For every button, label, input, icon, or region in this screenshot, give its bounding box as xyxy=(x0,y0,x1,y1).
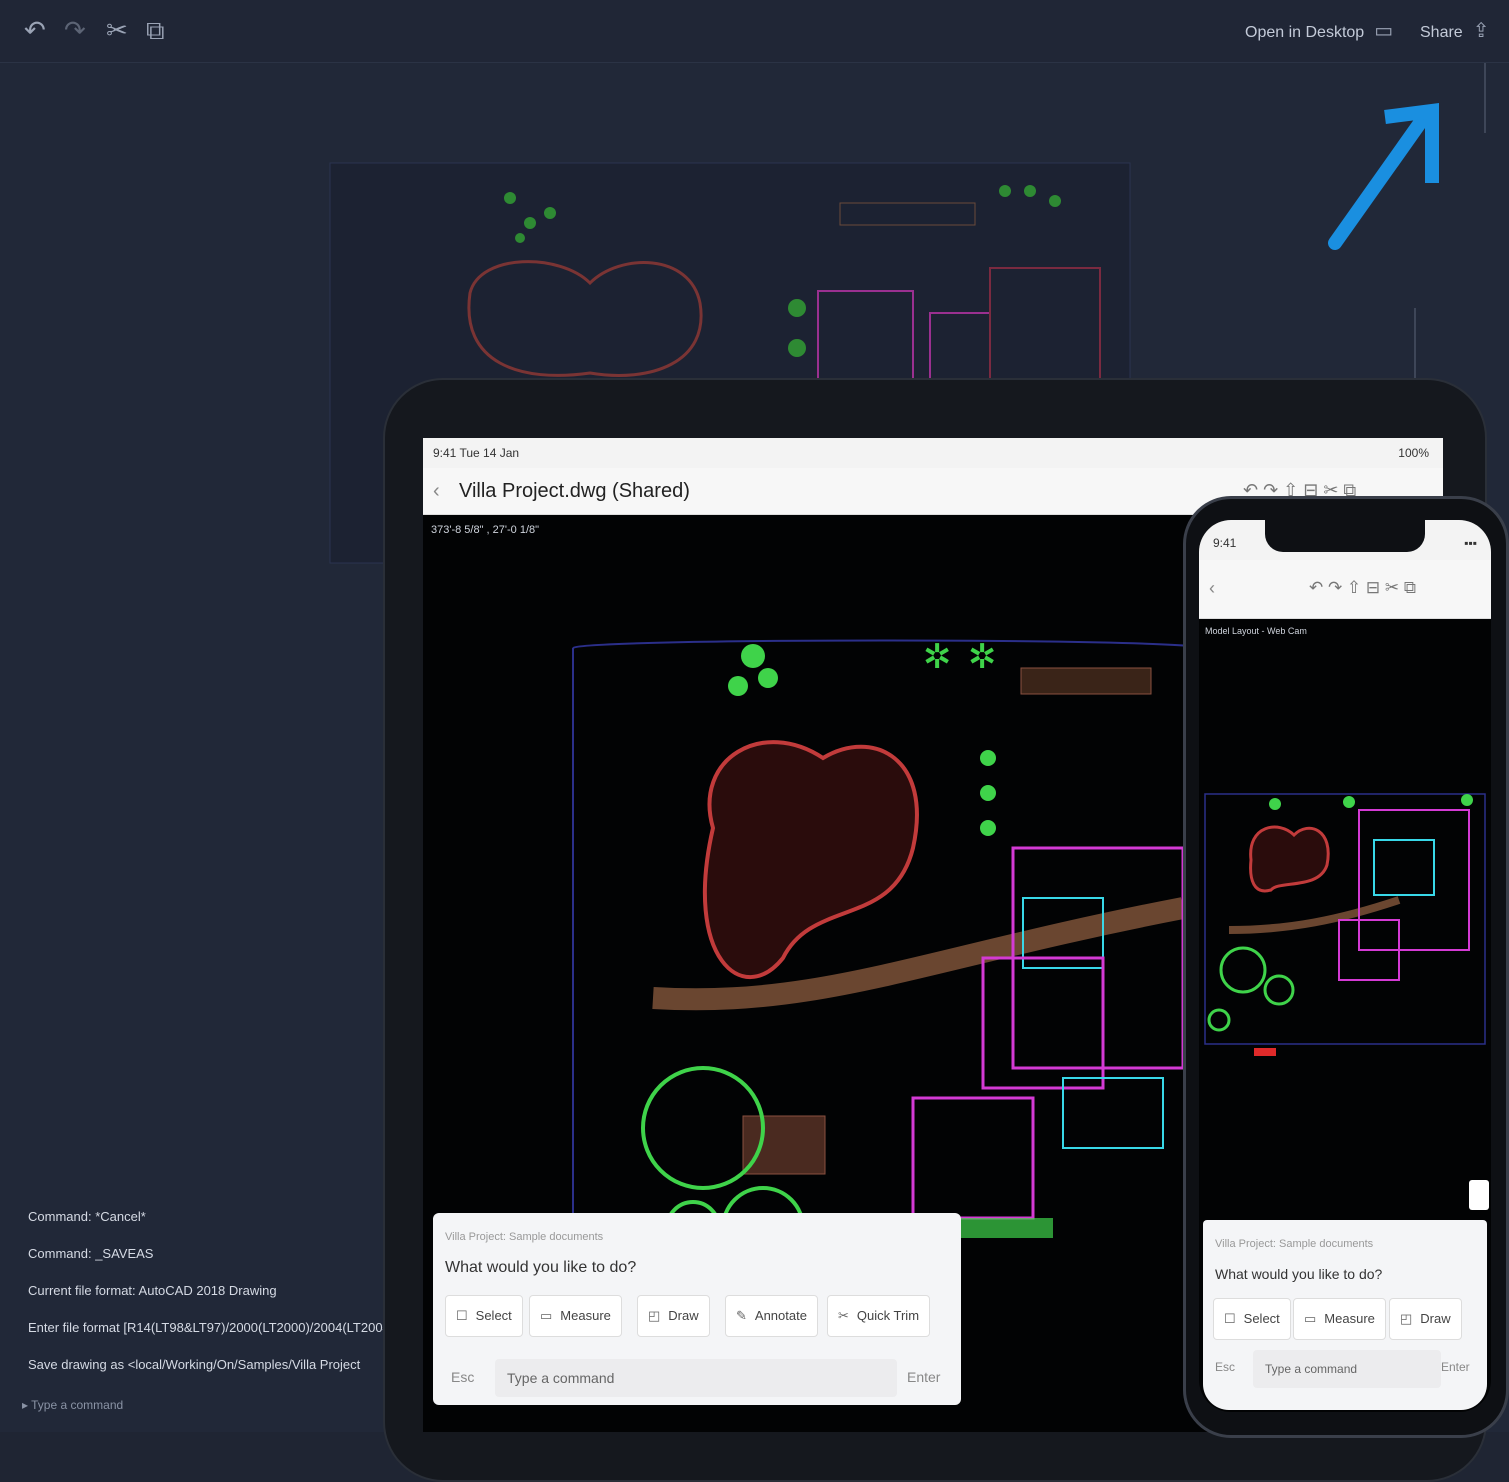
chip-label: Select xyxy=(1243,1311,1280,1326)
chip-label: Measure xyxy=(1324,1311,1375,1326)
panel-header: Villa Project: Sample documents xyxy=(1215,1238,1374,1250)
phone-command-input[interactable]: Type a command xyxy=(1253,1350,1441,1388)
enter-button[interactable]: Enter xyxy=(907,1369,940,1385)
panel-question: What would you like to do? xyxy=(445,1259,637,1276)
command-line: Command: _SAVEAS xyxy=(28,1246,154,1261)
phone-notch xyxy=(1265,516,1425,552)
phone-time: 9:41 xyxy=(1213,536,1237,550)
svg-text:✲: ✲ xyxy=(923,637,952,677)
command-input[interactable]: ▸ Type a command xyxy=(22,1398,123,1412)
svg-text:✲: ✲ xyxy=(968,637,997,677)
command-history: Command: *Cancel* Command: _SAVEAS Curre… xyxy=(28,1205,388,1390)
select-icon: ☐ xyxy=(456,1308,468,1323)
draw-icon: ◰ xyxy=(648,1308,661,1323)
share-pointer-arrow-icon xyxy=(1328,103,1439,250)
chip-label: Draw xyxy=(1420,1311,1451,1326)
tablet-command-panel: Villa Project: Sample documents What wou… xyxy=(433,1213,961,1405)
command-line: Enter file format [R14(LT98&LT97)/2000(L… xyxy=(28,1320,388,1335)
tablet-file-title: Villa Project.dwg (Shared) xyxy=(459,480,690,502)
tablet-coordinates: 373'-8 5/8" , 27'-0 1/8" xyxy=(431,524,540,536)
redo-icon[interactable]: ↷ xyxy=(64,14,86,46)
phone-side-button[interactable] xyxy=(1469,1180,1489,1210)
panel-question: What would you like to do? xyxy=(1215,1266,1383,1282)
quick-trim-button[interactable]: ✂ Quick Trim xyxy=(827,1295,931,1337)
top-toolbar: ↶ ↷ ✂ ⧉ Open in Desktop ▭ Share ⇪ xyxy=(0,0,1509,63)
phone-command-panel: Villa Project: Sample documents What wou… xyxy=(1203,1220,1487,1410)
back-icon[interactable]: ‹ xyxy=(1209,578,1215,599)
share-button[interactable]: Share ⇪ xyxy=(1420,18,1489,43)
ruler-icon: ▭ xyxy=(540,1308,553,1323)
copy-icon[interactable]: ⧉ xyxy=(146,14,165,46)
cut-icon[interactable]: ✂ xyxy=(106,14,128,46)
measure-button[interactable]: ▭ Measure xyxy=(1293,1298,1386,1340)
esc-button[interactable]: Esc xyxy=(451,1369,474,1385)
back-icon[interactable]: ‹ xyxy=(433,480,440,503)
phone-title-bar: ‹ ↶ ↷ ⇧ ⊟ ✂ ⧉ xyxy=(1199,560,1491,619)
draw-icon: ◰ xyxy=(1400,1311,1413,1326)
panel-header: Villa Project: Sample documents xyxy=(445,1231,604,1243)
command-line: Save drawing as <local/Working/On/Sample… xyxy=(28,1357,361,1372)
phone-signal-icon: ▪▪▪ xyxy=(1464,536,1477,550)
tablet-time: 9:41 Tue 14 Jan xyxy=(433,446,520,460)
phone-coordinates: Model Layout - Web Cam xyxy=(1205,626,1307,636)
open-in-desktop-button[interactable]: Open in Desktop ▭ xyxy=(1245,18,1393,43)
ruler-icon: ▭ xyxy=(1304,1311,1317,1326)
phone-drawing[interactable] xyxy=(1199,780,1491,1080)
tablet-command-row: Esc Type a command Enter xyxy=(445,1359,949,1397)
tablet-command-input[interactable]: Type a command xyxy=(495,1359,897,1397)
command-line: Command: *Cancel* xyxy=(28,1209,146,1224)
select-button[interactable]: ☐ Select xyxy=(1213,1298,1291,1340)
draw-button[interactable]: ◰ Draw xyxy=(1389,1298,1462,1340)
share-label: Share xyxy=(1420,24,1463,41)
desktop-icon: ▭ xyxy=(1374,20,1394,42)
chip-label: Draw xyxy=(668,1308,699,1323)
chip-label: Measure xyxy=(560,1308,611,1323)
chip-label: Quick Trim xyxy=(856,1308,920,1323)
share-icon: ⇪ xyxy=(1472,20,1490,42)
select-button[interactable]: ☐ Select xyxy=(445,1295,523,1337)
enter-button[interactable]: Enter xyxy=(1441,1360,1470,1374)
command-placeholder: Type a command xyxy=(507,1370,615,1386)
open-in-desktop-label: Open in Desktop xyxy=(1245,24,1365,41)
tablet-battery: 100% xyxy=(1398,446,1429,460)
phone-screen: 9:41 ▪▪▪ ‹ ↶ ↷ ⇧ ⊟ ✂ ⧉ Model Layout - We… xyxy=(1199,520,1491,1412)
annotate-icon: ✎ xyxy=(736,1308,747,1323)
command-line: Current file format: AutoCAD 2018 Drawin… xyxy=(28,1283,277,1298)
phone-toolbar-icons[interactable]: ↶ ↷ ⇧ ⊟ ✂ ⧉ xyxy=(1309,578,1416,598)
select-icon: ☐ xyxy=(1224,1311,1236,1326)
undo-icon[interactable]: ↶ xyxy=(24,14,46,46)
command-placeholder: Type a command xyxy=(1265,1362,1358,1376)
tablet-status-bar: 9:41 Tue 14 Jan 100% xyxy=(423,438,1443,468)
phone-command-row: Esc Type a command Enter xyxy=(1213,1350,1479,1388)
draw-button[interactable]: ◰ Draw xyxy=(637,1295,710,1337)
chip-label: Annotate xyxy=(754,1308,807,1323)
measure-button[interactable]: ▭ Measure xyxy=(529,1295,622,1337)
annotate-button[interactable]: ✎ Annotate xyxy=(725,1295,818,1337)
command-placeholder: Type a command xyxy=(31,1398,124,1412)
trim-icon: ✂ xyxy=(838,1308,849,1323)
esc-button[interactable]: Esc xyxy=(1215,1360,1235,1374)
chip-label: Select xyxy=(475,1308,512,1323)
